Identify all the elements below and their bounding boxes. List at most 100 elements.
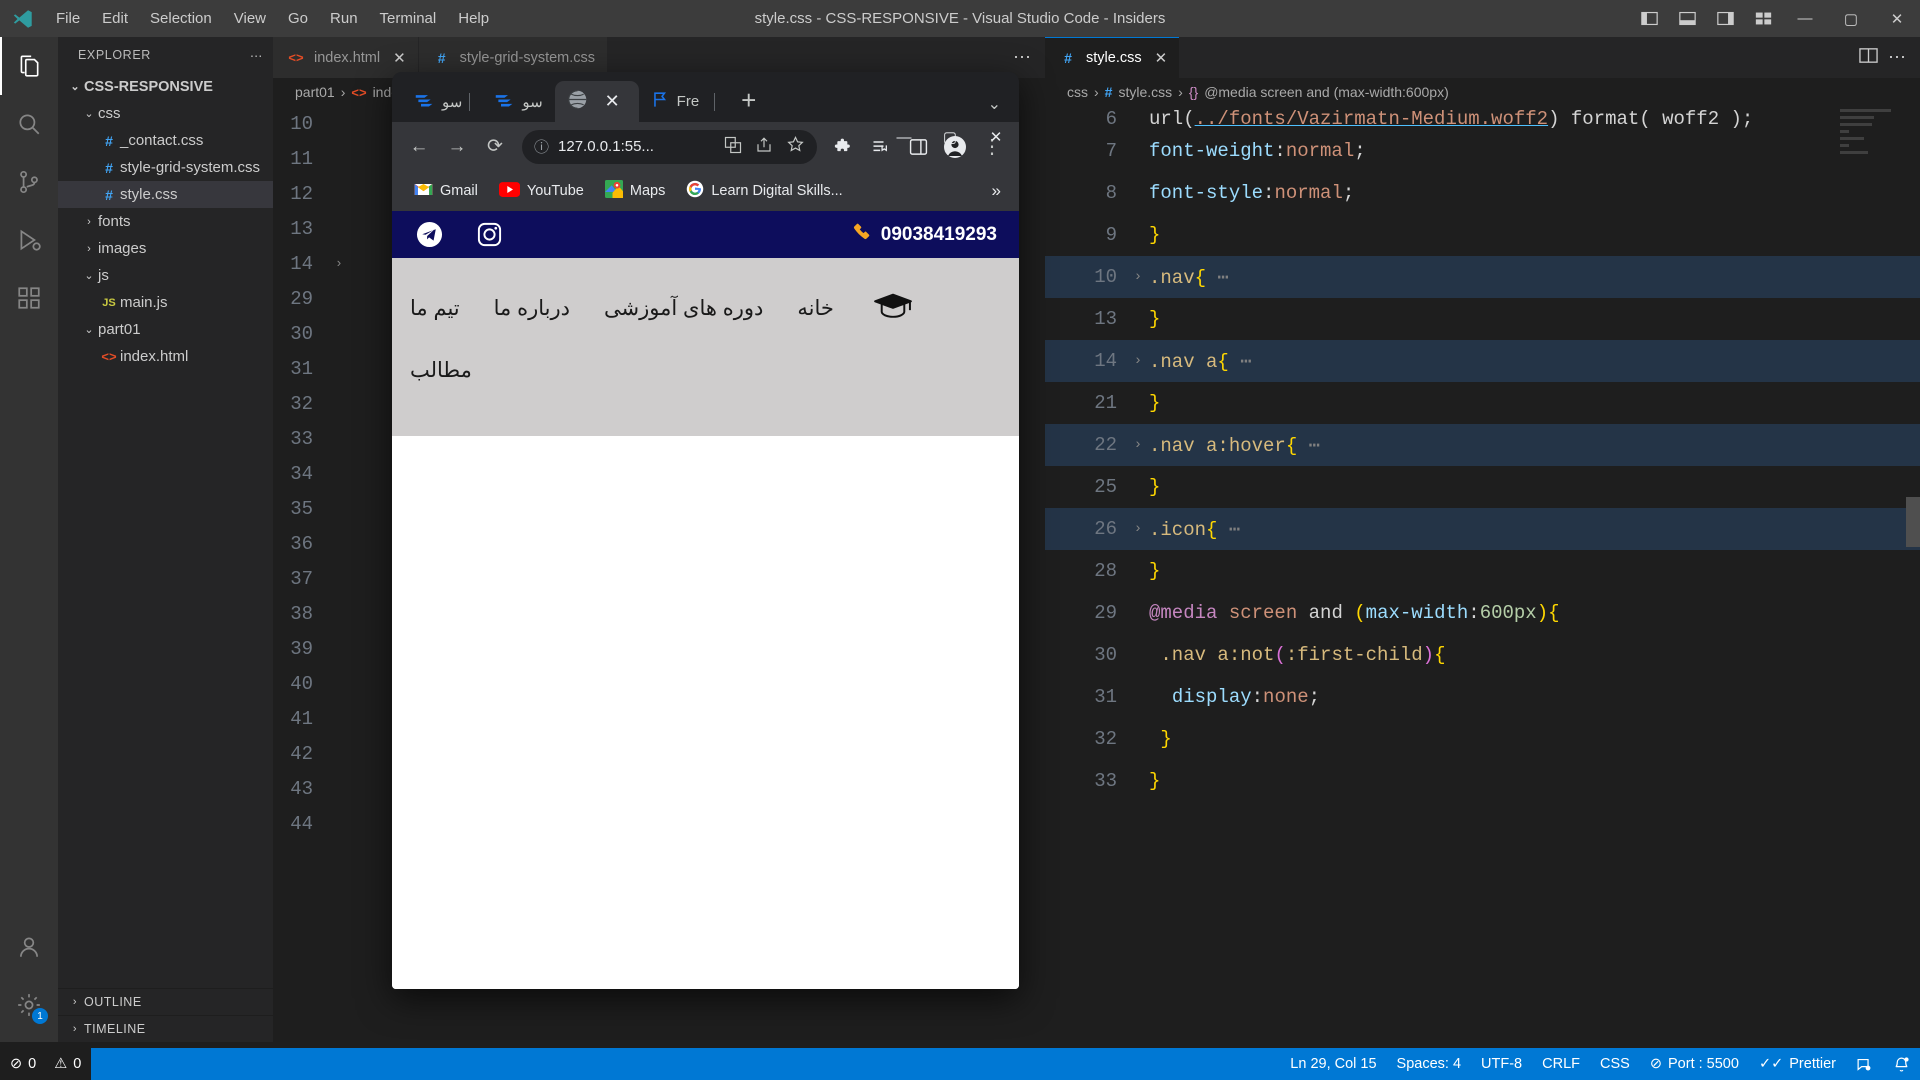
tree-item-css-responsive[interactable]: ⌄ CSS-RESPONSIVE bbox=[58, 73, 273, 100]
telegram-icon[interactable] bbox=[414, 220, 444, 250]
code-line: 8 font-style:normal; bbox=[1045, 172, 1920, 214]
bookmark-star-icon[interactable] bbox=[786, 135, 805, 158]
fold-chevron-icon[interactable]: › bbox=[1127, 437, 1149, 453]
settings-gear-icon[interactable]: 1 bbox=[0, 976, 58, 1034]
search-icon[interactable] bbox=[0, 95, 58, 153]
code-line: 9 } bbox=[1045, 214, 1920, 256]
menu-go[interactable]: Go bbox=[278, 6, 318, 31]
minimap[interactable] bbox=[1840, 109, 1906, 229]
bookmark-gmail[interactable]: Gmail bbox=[406, 177, 486, 206]
tree-item-style-css[interactable]: # style.css bbox=[58, 181, 273, 208]
tree-item-images[interactable]: › images bbox=[58, 235, 273, 262]
line-number: 32 bbox=[1094, 728, 1117, 750]
tab-style-css[interactable]: # style.css ✕ bbox=[1045, 37, 1181, 78]
menu-run[interactable]: Run bbox=[320, 6, 368, 31]
toggle-primary-sidebar-icon[interactable] bbox=[1630, 0, 1668, 37]
fold-chevron-icon[interactable]: › bbox=[1127, 269, 1149, 285]
customize-layout-icon[interactable] bbox=[1744, 0, 1782, 37]
extensions-puzzle-icon[interactable] bbox=[827, 130, 861, 164]
browser-maximize-button[interactable]: ▢ bbox=[927, 118, 973, 156]
browser-tab-active[interactable]: ✕ bbox=[554, 81, 639, 122]
site-info-icon[interactable]: ⓘ bbox=[534, 136, 549, 157]
bookmark-label: Learn Digital Skills... bbox=[711, 183, 843, 199]
status-eol[interactable]: CRLF bbox=[1532, 1048, 1590, 1080]
menu-help[interactable]: Help bbox=[448, 6, 499, 31]
run-debug-icon[interactable] bbox=[0, 211, 58, 269]
tab-close-icon[interactable]: ✕ bbox=[1155, 49, 1168, 67]
menu-file[interactable]: File bbox=[46, 6, 90, 31]
browser-close-button[interactable]: ✕ bbox=[973, 118, 1019, 156]
nav-link-courses[interactable]: دوره های آموزشی bbox=[604, 296, 763, 321]
status-indentation[interactable]: Spaces: 4 bbox=[1387, 1048, 1472, 1080]
status-prettier[interactable]: ✓✓ Prettier bbox=[1749, 1048, 1846, 1080]
tree-item-label: fonts bbox=[98, 213, 131, 230]
extensions-icon[interactable] bbox=[0, 269, 58, 327]
breadcrumb-style-css[interactable]: style.css bbox=[1118, 84, 1172, 100]
tree-item-style-grid-system-css[interactable]: # style-grid-system.css bbox=[58, 154, 273, 181]
breadcrumb-media-query[interactable]: @media screen and (max-width:600px) bbox=[1204, 84, 1449, 100]
browser-tab-close-icon[interactable]: ✕ bbox=[605, 91, 620, 112]
tree-item-main-js[interactable]: JS main.js bbox=[58, 289, 273, 316]
toggle-panel-icon[interactable] bbox=[1668, 0, 1706, 37]
address-bar[interactable]: ⓘ 127.0.0.1:55... bbox=[522, 129, 817, 164]
status-encoding[interactable]: UTF-8 bbox=[1471, 1048, 1532, 1080]
line-number: 35 bbox=[290, 497, 313, 520]
status-language-mode[interactable]: CSS bbox=[1590, 1048, 1640, 1080]
accounts-icon[interactable] bbox=[0, 918, 58, 976]
code-editor-right[interactable]: 6 url(../fonts/Vazirmatn-Medium.woff2) f… bbox=[1045, 106, 1920, 1042]
editor-vertical-scrollbar[interactable] bbox=[1906, 497, 1920, 547]
nav-link-about-us[interactable]: درباره ما bbox=[494, 296, 570, 321]
graduation-cap-icon[interactable] bbox=[872, 290, 914, 327]
fold-chevron-icon[interactable]: › bbox=[335, 256, 353, 271]
new-tab-button[interactable]: + bbox=[727, 85, 770, 122]
status-cursor-position[interactable]: Ln 29, Col 15 bbox=[1280, 1048, 1386, 1080]
timeline-panel-header[interactable]: › TIMELINE bbox=[58, 1015, 273, 1042]
menu-edit[interactable]: Edit bbox=[92, 6, 138, 31]
source-control-icon[interactable] bbox=[0, 153, 58, 211]
site-phone[interactable]: 09038419293 bbox=[851, 221, 997, 248]
status-live-server-port[interactable]: ⊘ Port : 5500 bbox=[1640, 1048, 1749, 1080]
tab-close-icon[interactable]: ✕ bbox=[393, 49, 406, 67]
tree-item-css[interactable]: ⌄ css bbox=[58, 100, 273, 127]
fold-chevron-icon[interactable]: › bbox=[1127, 353, 1149, 369]
menu-view[interactable]: View bbox=[224, 6, 276, 31]
browser-tab-2[interactable]: سو bbox=[482, 81, 554, 122]
breadcrumb-part01[interactable]: part01 bbox=[295, 84, 335, 100]
menu-terminal[interactable]: Terminal bbox=[370, 6, 447, 31]
status-remote-feedback-icon[interactable] bbox=[1846, 1048, 1883, 1080]
bookmark-learn-digital-skills[interactable]: Learn Digital Skills... bbox=[678, 175, 850, 207]
menu-selection[interactable]: Selection bbox=[140, 6, 222, 31]
forward-button[interactable]: → bbox=[440, 130, 474, 164]
nav-link-our-team[interactable]: تیم ما bbox=[410, 296, 460, 321]
back-button[interactable]: ← bbox=[402, 130, 436, 164]
window-maximize-button[interactable]: ▢ bbox=[1828, 0, 1874, 37]
tree-item-part01[interactable]: ⌄ part01 bbox=[58, 316, 273, 343]
share-icon[interactable] bbox=[755, 136, 773, 158]
tree-item-js[interactable]: ⌄ js bbox=[58, 262, 273, 289]
bookmark-maps[interactable]: Maps bbox=[597, 175, 673, 207]
tree-item-index-html[interactable]: <> index.html bbox=[58, 343, 273, 370]
editor-more-actions-icon[interactable]: ⋯ bbox=[1888, 47, 1914, 68]
browser-tab-4[interactable]: Fre bbox=[639, 81, 728, 122]
bookmark-youtube[interactable]: YouTube bbox=[491, 177, 592, 206]
breadcrumb-css[interactable]: css bbox=[1067, 84, 1088, 100]
translate-icon[interactable] bbox=[724, 136, 742, 158]
status-errors[interactable]: ⊘ 0 ⚠ 0 bbox=[0, 1048, 92, 1080]
explorer-icon[interactable] bbox=[0, 37, 58, 95]
tree-item-contact-css[interactable]: # _contact.css bbox=[58, 127, 273, 154]
split-editor-icon[interactable] bbox=[1859, 47, 1878, 69]
window-minimize-button[interactable]: — bbox=[1782, 0, 1828, 37]
tree-item-fonts[interactable]: › fonts bbox=[58, 208, 273, 235]
browser-tab-1[interactable]: سو bbox=[402, 81, 482, 122]
reload-button[interactable]: ⟳ bbox=[478, 130, 512, 164]
explorer-more-icon[interactable]: ⋯ bbox=[250, 48, 263, 63]
window-close-button[interactable]: ✕ bbox=[1874, 0, 1920, 37]
status-notifications-bell-icon[interactable] bbox=[1883, 1048, 1920, 1080]
nav-link-home[interactable]: خانه bbox=[797, 296, 833, 321]
instagram-icon[interactable] bbox=[474, 220, 504, 250]
outline-panel-header[interactable]: › OUTLINE bbox=[58, 988, 273, 1015]
fold-chevron-icon[interactable]: › bbox=[1127, 521, 1149, 537]
toggle-secondary-sidebar-icon[interactable] bbox=[1706, 0, 1744, 37]
bookmarks-overflow-icon[interactable]: » bbox=[992, 181, 1005, 201]
browser-minimize-button[interactable]: — bbox=[881, 118, 927, 156]
